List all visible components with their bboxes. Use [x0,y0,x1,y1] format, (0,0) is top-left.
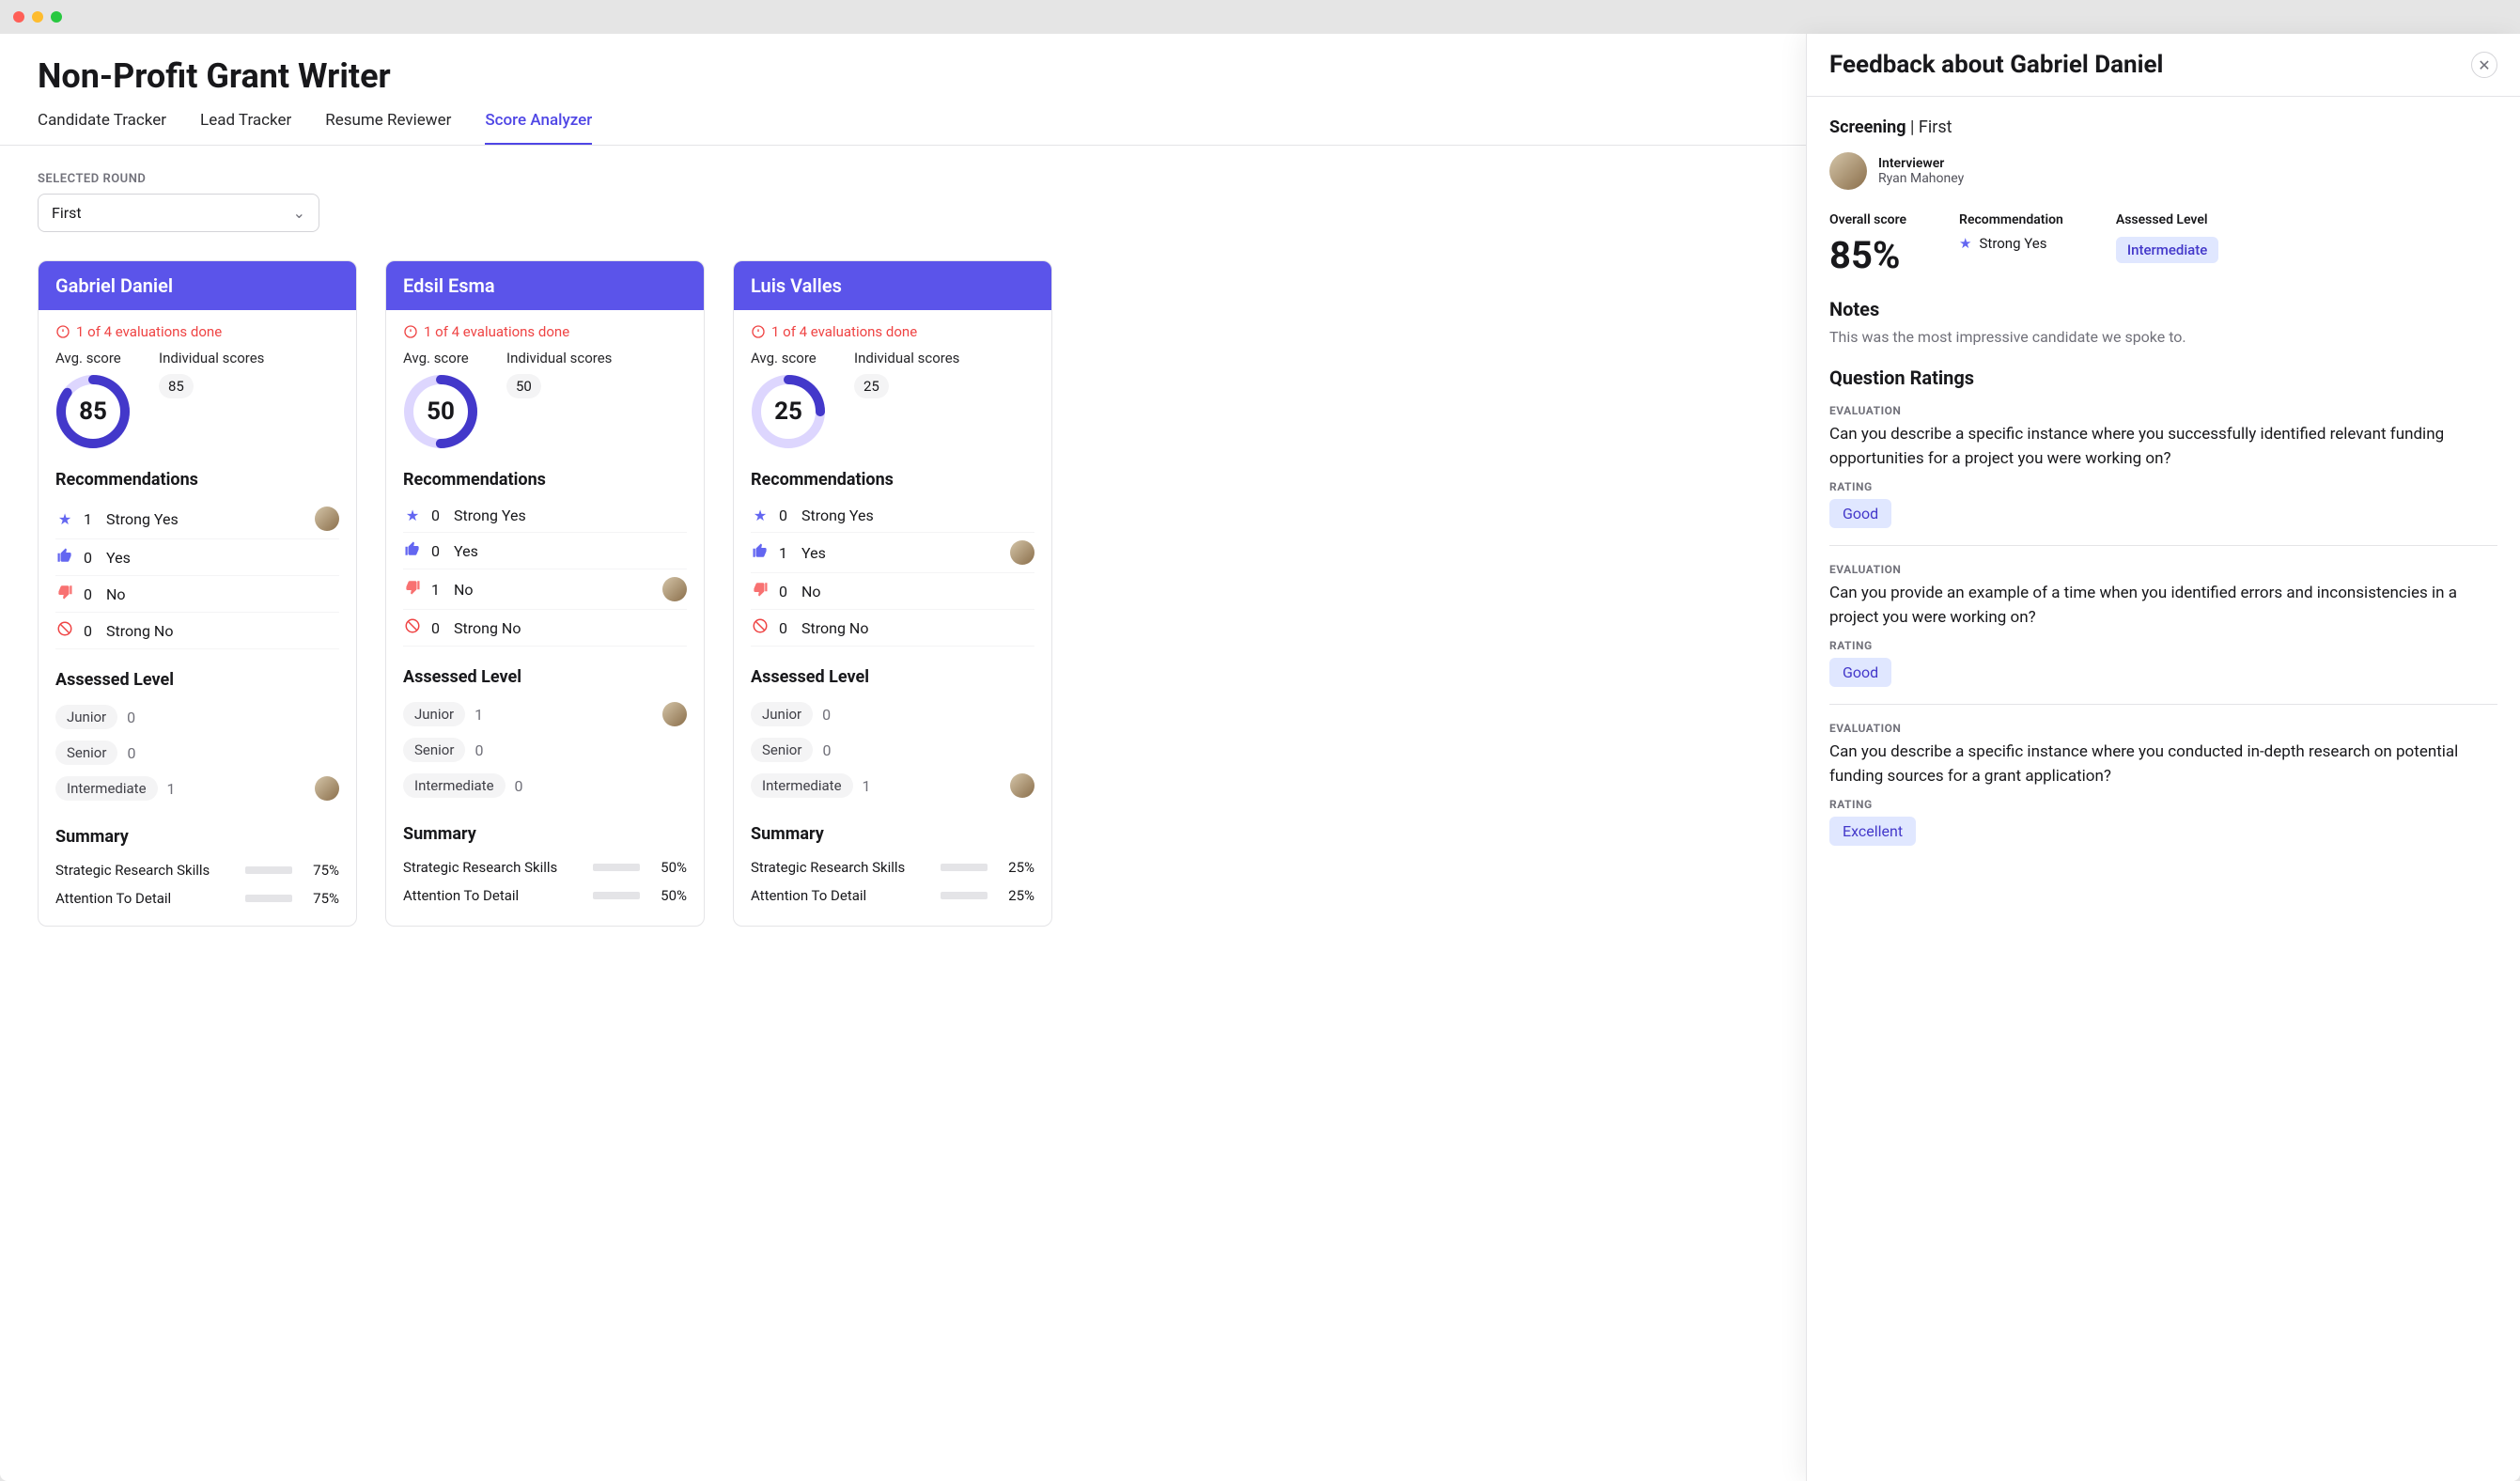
rating-pill: Good [1829,658,1891,687]
reviewer-avatar [315,776,339,801]
rec-row-strong_no: 0Strong No [403,610,687,647]
eval-status: 1 of 4 evaluations done [55,323,339,340]
summary-row: Attention To Detail50% [403,881,687,910]
reviewer-avatar [662,577,687,601]
level-row-junior: Junior0 [751,696,1034,732]
reviewer-avatar [662,702,687,726]
candidate-card[interactable]: Luis Valles 1 of 4 evaluations done Avg.… [733,260,1052,927]
close-window-icon[interactable] [13,11,24,23]
ban-icon [404,617,421,638]
candidate-name: Edsil Esma [386,261,704,310]
summary-row: Strategic Research Skills75% [55,856,339,884]
level-row-junior: Junior0 [55,699,339,735]
question-text: Can you provide an example of a time whe… [1829,582,2497,630]
question-text: Can you describe a specific instance whe… [1829,740,2497,788]
feedback-drawer: Feedback about Gabriel Daniel ✕ Screenin… [1806,34,2520,1481]
tab-candidate-tracker[interactable]: Candidate Tracker [38,111,166,145]
reviewer-avatar [1010,773,1034,798]
ban-icon [56,620,73,641]
reviewer-avatar [1010,540,1034,565]
rec-row-yes: 0Yes [55,539,339,576]
thumbs-down-icon [752,581,769,601]
chevron-down-icon: ⌄ [293,204,305,222]
candidate-card[interactable]: Edsil Esma 1 of 4 evaluations done Avg. … [385,260,705,927]
thumbs-down-icon [404,579,421,600]
rec-row-strong_no: 0Strong No [751,610,1034,647]
assessed-level-metric: Assessed Level Intermediate [2116,212,2218,277]
rating-pill: Good [1829,499,1891,528]
rec-row-strong_yes: ★0Strong Yes [751,499,1034,533]
minimize-window-icon[interactable] [32,11,43,23]
star-icon: ★ [754,507,767,524]
notes-text: This was the most impressive candidate w… [1829,328,2497,346]
ban-icon [752,617,769,638]
overall-score-metric: Overall score 85% [1829,212,1906,277]
eval-status: 1 of 4 evaluations done [751,323,1034,340]
tab-resume-reviewer[interactable]: Resume Reviewer [325,111,451,145]
rec-row-no: 0No [55,576,339,613]
rec-row-strong_yes: ★0Strong Yes [403,499,687,533]
star-icon: ★ [1959,235,1971,252]
candidate-name: Gabriel Daniel [39,261,356,310]
reviewer-avatar [315,507,339,531]
notes-heading: Notes [1829,298,2497,320]
question-block: EVALUATION Can you provide an example of… [1829,563,2497,705]
rating-pill: Excellent [1829,817,1916,846]
recommendation-metric: Recommendation ★ Strong Yes [1959,212,2063,277]
candidate-name: Luis Valles [734,261,1051,310]
rec-row-no: 1No [403,569,687,610]
star-icon: ★ [58,510,71,528]
level-row-senior: Senior0 [751,732,1034,768]
rec-row-no: 0No [751,573,1034,610]
drawer-title: Feedback about Gabriel Daniel [1829,51,2163,79]
eval-status: 1 of 4 evaluations done [403,323,687,340]
summary-row: Attention To Detail75% [55,884,339,912]
star-icon: ★ [406,507,419,524]
interviewer-info: Interviewer Ryan Mahoney [1829,152,2497,190]
avg-score-donut: 25 [751,374,826,449]
summary-row: Strategic Research Skills25% [751,853,1034,881]
rec-row-strong_no: 0Strong No [55,613,339,649]
summary-row: Strategic Research Skills50% [403,853,687,881]
tab-lead-tracker[interactable]: Lead Tracker [200,111,291,145]
thumbs-up-icon [56,547,73,568]
tab-score-analyzer[interactable]: Score Analyzer [485,111,592,145]
window-titlebar [0,0,2520,34]
thumbs-up-icon [404,540,421,561]
thumbs-up-icon [752,542,769,563]
level-row-intermediate: Intermediate1 [55,771,339,806]
selected-round-dropdown[interactable]: First ⌄ [38,194,319,232]
avg-score-donut: 50 [403,374,478,449]
candidate-card[interactable]: Gabriel Daniel 1 of 4 evaluations done A… [38,260,357,927]
individual-score[interactable]: 50 [506,374,541,398]
question-block: EVALUATION Can you describe a specific i… [1829,722,2497,863]
screening-round: Screening | First [1829,117,2497,137]
summary-row: Attention To Detail25% [751,881,1034,910]
question-block: EVALUATION Can you describe a specific i… [1829,404,2497,546]
individual-score[interactable]: 85 [159,374,194,398]
rec-row-yes: 0Yes [403,533,687,569]
rec-row-strong_yes: ★1Strong Yes [55,499,339,539]
level-row-intermediate: Intermediate0 [403,768,687,803]
maximize-window-icon[interactable] [51,11,62,23]
thumbs-down-icon [56,584,73,604]
individual-score[interactable]: 25 [854,374,889,398]
question-ratings-heading: Question Ratings [1829,366,2497,389]
question-text: Can you describe a specific instance whe… [1829,423,2497,471]
interviewer-avatar [1829,152,1867,190]
level-row-senior: Senior0 [403,732,687,768]
avg-score-donut: 85 [55,374,131,449]
selected-round-value: First [52,204,82,222]
close-drawer-button[interactable]: ✕ [2471,52,2497,78]
level-row-senior: Senior0 [55,735,339,771]
level-row-intermediate: Intermediate1 [751,768,1034,803]
level-row-junior: Junior1 [403,696,687,732]
rec-row-yes: 1Yes [751,533,1034,573]
close-icon: ✕ [2478,56,2490,74]
